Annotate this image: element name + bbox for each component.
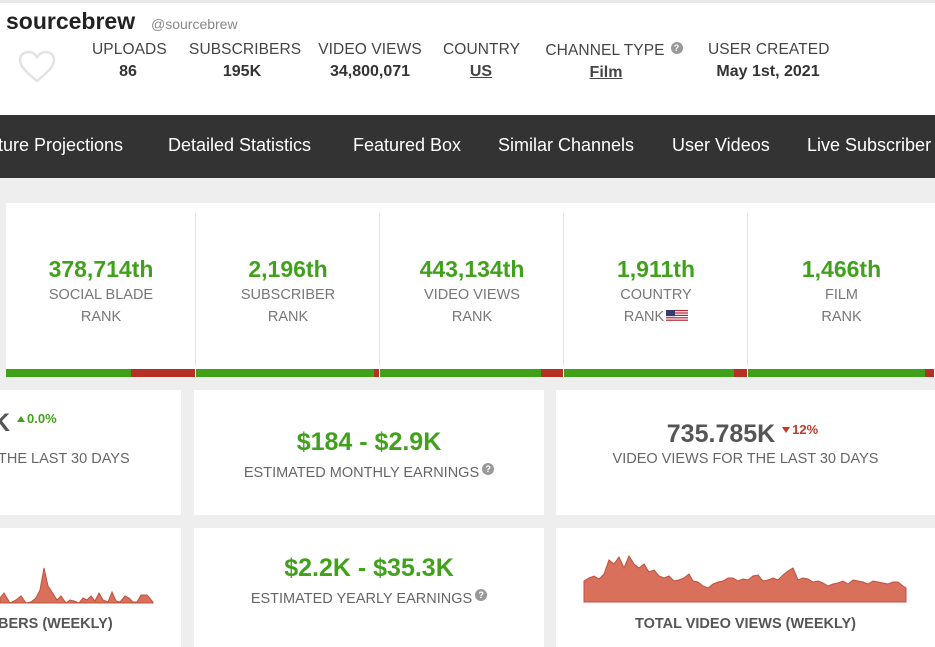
rank-label: SOCIAL BLADE bbox=[48, 287, 154, 303]
total-views-weekly-chart bbox=[583, 554, 907, 603]
user-created-value: May 1st, 2021 bbox=[716, 63, 820, 80]
rank-value: 2,196th bbox=[248, 256, 328, 282]
country-label: COUNTRY bbox=[443, 41, 521, 58]
rank-progress-fill bbox=[196, 369, 374, 377]
arrow-down-icon bbox=[782, 427, 791, 433]
rank-label: SUBSCRIBER bbox=[240, 287, 336, 303]
channel-name: sourcebrew bbox=[6, 8, 136, 34]
rank-progress-bar bbox=[748, 369, 934, 377]
monthly-earnings-label: ESTIMATED MONTHLY EARNINGS bbox=[243, 465, 480, 481]
subscribers-label: SUBSCRIBERS bbox=[189, 41, 302, 58]
rank-panel: 378,714th SOCIAL BLADE RANK 2,196th SUBS… bbox=[6, 203, 935, 377]
rank-value: 1,466th bbox=[801, 256, 882, 282]
views-30-days-card: 735.785K 12% VIDEO VIEWS FOR THE LAST 30… bbox=[556, 390, 935, 515]
yearly-earnings-value: $2.2K - $35.3K bbox=[284, 554, 454, 582]
subscribers-stat: SUBSCRIBERS 195K bbox=[189, 41, 302, 81]
views-30-days-value: 735.785K bbox=[666, 420, 776, 448]
nav-live-subscriber[interactable]: Live Subscriber bbox=[807, 135, 931, 156]
views-change: 12% bbox=[782, 422, 818, 437]
subscribers-30-days-value: K bbox=[0, 409, 11, 437]
nav-featured-box[interactable]: Featured Box bbox=[353, 135, 461, 156]
rank-label-suffix: RANK bbox=[267, 309, 309, 325]
video-views-rank: 443,134th VIDEO VIEWS RANK bbox=[380, 203, 564, 377]
nav-future-projections[interactable]: ture Projections bbox=[0, 135, 123, 156]
rank-progress-bar bbox=[564, 369, 747, 377]
subscribers-30-days-label: THE LAST 30 DAYS bbox=[0, 451, 130, 467]
help-icon[interactable]: ? bbox=[670, 42, 683, 54]
subscribers-30-days-card: K 0.0% THE LAST 30 DAYS bbox=[0, 390, 181, 515]
rank-progress-fill bbox=[380, 369, 542, 377]
channel-header: sourcebrew @sourcebrew UPLOADS 86 SUBSCR… bbox=[0, 0, 935, 115]
nav-user-videos[interactable]: User Videos bbox=[672, 135, 770, 156]
header-top-border bbox=[0, 0, 935, 3]
help-icon[interactable]: ? bbox=[475, 589, 488, 601]
views-30-days-label: VIDEO VIEWS FOR THE LAST 30 DAYS bbox=[612, 451, 879, 467]
user-created-label: USER CREATED bbox=[708, 41, 830, 58]
rank-label-suffix: RANK bbox=[821, 309, 862, 325]
yearly-earnings-label: ESTIMATED YEARLY EARNINGS bbox=[250, 591, 473, 607]
uploads-label: UPLOADS bbox=[92, 41, 167, 58]
channel-handle: @sourcebrew bbox=[151, 16, 238, 32]
subscriber-rank: 2,196th SUBSCRIBER RANK bbox=[196, 203, 380, 377]
uploads-value: 86 bbox=[119, 63, 137, 80]
country-link[interactable]: US bbox=[443, 63, 519, 81]
nav-similar-channels[interactable]: Similar Channels bbox=[498, 135, 634, 156]
subscribers-weekly-card: BERS (WEEKLY) bbox=[0, 528, 181, 647]
total-views-weekly-card: TOTAL VIDEO VIEWS (WEEKLY) bbox=[556, 528, 935, 647]
arrow-up-icon bbox=[17, 416, 26, 422]
rank-value: 378,714th bbox=[48, 256, 154, 282]
rank-progress-bar bbox=[6, 369, 195, 377]
country-rank: 1,911th COUNTRY RANK bbox=[564, 203, 748, 377]
subscribers-weekly-label: BERS (WEEKLY) bbox=[0, 616, 113, 632]
yearly-earnings-card: $2.2K - $35.3K ESTIMATED YEARLY EARNINGS… bbox=[194, 528, 544, 647]
rank-value: 443,134th bbox=[419, 256, 525, 282]
rank-label-suffix: RANK bbox=[80, 309, 122, 325]
total-views-weekly-label: TOTAL VIDEO VIEWS (WEEKLY) bbox=[634, 616, 856, 632]
us-flag-icon bbox=[666, 310, 689, 322]
video-views-value: 34,800,071 bbox=[329, 63, 411, 80]
subscribers-value: 195K bbox=[222, 63, 262, 80]
rank-progress-fill bbox=[748, 369, 925, 377]
video-views-label: VIDEO VIEWS bbox=[318, 41, 422, 58]
user-created-stat: USER CREATED May 1st, 2021 bbox=[708, 41, 830, 81]
section-nav: ture Projections Detailed Statistics Fea… bbox=[0, 115, 935, 178]
rank-label: FILM bbox=[824, 287, 859, 303]
rank-label: COUNTRY bbox=[620, 287, 692, 303]
rank-progress-bar bbox=[196, 369, 379, 377]
uploads-stat: UPLOADS 86 bbox=[92, 41, 167, 81]
rank-label-suffix: RANK bbox=[564, 309, 748, 325]
country-stat: COUNTRY US bbox=[443, 41, 521, 81]
nav-detailed-statistics[interactable]: Detailed Statistics bbox=[168, 135, 311, 156]
video-views-stat: VIDEO VIEWS 34,800,071 bbox=[318, 41, 422, 81]
subscribers-change: 0.0% bbox=[17, 411, 57, 426]
film-rank: 1,466th FILM RANK bbox=[748, 203, 935, 377]
total-views-weekly-area bbox=[583, 554, 907, 603]
rank-label: VIDEO VIEWS bbox=[424, 287, 520, 303]
channel-type-label: CHANNEL TYPE bbox=[545, 42, 665, 59]
subscribers-weekly-area bbox=[0, 567, 154, 604]
channel-type-link[interactable]: Film bbox=[543, 64, 669, 82]
rank-progress-fill bbox=[564, 369, 735, 377]
social-blade-rank: 378,714th SOCIAL BLADE RANK bbox=[6, 203, 196, 377]
rank-label-suffix: RANK bbox=[451, 309, 493, 325]
channel-type-stat: CHANNEL TYPE? Film bbox=[543, 42, 685, 82]
heart-icon[interactable] bbox=[18, 50, 56, 84]
subscribers-weekly-chart bbox=[0, 567, 154, 604]
rank-progress-bar bbox=[380, 369, 563, 377]
rank-value: 1,911th bbox=[617, 256, 695, 282]
monthly-earnings-value: $184 - $2.9K bbox=[296, 428, 442, 456]
rank-progress-fill bbox=[6, 369, 131, 377]
help-icon[interactable]: ? bbox=[482, 463, 495, 475]
monthly-earnings-card: $184 - $2.9K ESTIMATED MONTHLY EARNINGS? bbox=[194, 390, 544, 515]
